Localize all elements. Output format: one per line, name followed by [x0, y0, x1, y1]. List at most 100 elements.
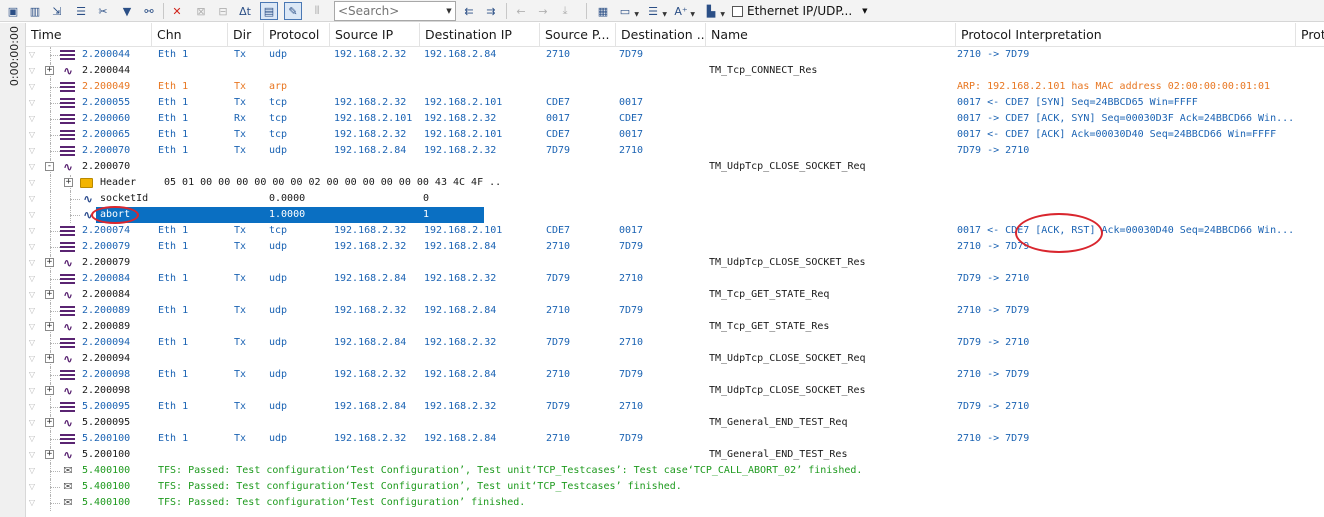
bookmark-icon[interactable]: ▽	[27, 434, 37, 443]
column-header-time[interactable]: Time	[26, 23, 152, 47]
bookmark-icon[interactable]: ▽	[27, 194, 37, 203]
expand-toggle[interactable]: -	[45, 162, 54, 171]
table-row[interactable]: ▽ ∿ socketId 0.0000 0	[26, 191, 1324, 207]
bookmark-icon[interactable]: ▽	[27, 178, 37, 187]
tools-icon[interactable]: ✂	[94, 2, 112, 20]
table-row[interactable]: ▽ 2.200065 Eth 1 Tx tcp 192.168.2.32 192.168.2…	[26, 127, 1324, 143]
table-row[interactable]: ▽ 5.200100 Eth 1 Tx udp 192.168.2.32 192.168.2…	[26, 431, 1324, 447]
column-header-chn[interactable]: Chn	[152, 23, 228, 47]
expand-toggle[interactable]: +	[45, 386, 54, 395]
bookmark-icon[interactable]: ▽	[27, 290, 37, 299]
bookmark-icon[interactable]: ▽	[27, 226, 37, 235]
bookmark-icon[interactable]: ▽	[27, 98, 37, 107]
table-row[interactable]: ▽ + ∿ 5.200095 TM_General_END_TEST_Req	[26, 415, 1324, 431]
column-header-destination-ip[interactable]: Destination IP	[420, 23, 540, 47]
expand-toggle[interactable]: +	[45, 418, 54, 427]
filter-checkbox[interactable]	[732, 5, 743, 17]
bookmark-icon[interactable]: ▽	[27, 306, 37, 315]
line-style-icon[interactable]: ☰ ▼	[644, 2, 667, 20]
column-header-destination-port[interactable]: Destination ...	[616, 23, 706, 47]
bookmark-icon[interactable]: ▽	[27, 498, 37, 507]
column-header-source-ip[interactable]: Source IP	[330, 23, 420, 47]
table-row[interactable]: ▽ 2.200079 Eth 1 Tx udp 192.168.2.32 192.168.2…	[26, 239, 1324, 255]
column-header-dir[interactable]: Dir	[228, 23, 264, 47]
table-row[interactable]: ▽ + ∿ 2.200094 TM_UdpTcp_CLOSE_SOCKET_Req	[26, 351, 1324, 367]
bookmark-icon[interactable]: ▽	[27, 162, 37, 171]
search-input[interactable]	[334, 1, 456, 21]
table-row[interactable]: ▽ + Header 05 01 00 00 00 00 00 00 02 00 00…	[26, 175, 1324, 191]
bookmark-icon[interactable]: ▽	[27, 402, 37, 411]
table-row[interactable]: ▽ + ∿ 2.200089 TM_Tcp_GET_STATE_Res	[26, 319, 1324, 335]
folder-icon[interactable]: ▭ ▼	[616, 2, 639, 20]
bookmark-icon[interactable]: ▽	[27, 386, 37, 395]
table-row[interactable]: ▽ 2.200044 Eth 1 Tx udp 192.168.2.32 192.168.2…	[26, 47, 1324, 63]
table-row[interactable]: ▽ ∿ abort 1.0000 1	[26, 207, 1324, 223]
expand-toggle[interactable]: +	[45, 258, 54, 267]
table-row[interactable]: ▽ 2.200070 Eth 1 Tx udp 192.168.2.84 192.168.2…	[26, 143, 1324, 159]
bookmark-icon[interactable]: ▽	[27, 482, 37, 491]
font-size-icon[interactable]: A⁺ ▼	[672, 2, 695, 20]
log-message-row[interactable]: ▽ ✉ 5.400100 TFS: Passed: Test configuratio…	[26, 463, 1324, 479]
column-header-protocol-2[interactable]: Proto	[1296, 23, 1324, 47]
column-header-name[interactable]: Name	[706, 23, 956, 47]
bars-icon[interactable]: ☰	[72, 2, 90, 20]
table-row[interactable]: ▽ - ∿ 2.200070 TM_UdpTcp_CLOSE_SOCKET_Req	[26, 159, 1324, 175]
table-row[interactable]: ▽ 2.200055 Eth 1 Tx tcp 192.168.2.32 192.168.2…	[26, 95, 1324, 111]
table-row[interactable]: ▽ 2.200074 Eth 1 Tx tcp 192.168.2.32 192.168.2…	[26, 223, 1324, 239]
arrow-right-double-icon[interactable]: ⇉	[482, 2, 500, 20]
export-icon[interactable]: ⇲	[48, 2, 66, 20]
bookmark-icon[interactable]: ▽	[27, 130, 37, 139]
table-row[interactable]: ▽ 2.200094 Eth 1 Tx udp 192.168.2.84 192.168.2…	[26, 335, 1324, 351]
table-row[interactable]: ▽ + ∿ 2.200098 TM_UdpTcp_CLOSE_SOCKET_Res	[26, 383, 1324, 399]
table-row[interactable]: ▽ 2.200084 Eth 1 Tx udp 192.168.2.84 192.168.2…	[26, 271, 1324, 287]
comment-icon[interactable]: ✎	[284, 2, 302, 20]
table-row[interactable]: ▽ + ∿ 2.200084 TM_Tcp_GET_STATE_Req	[26, 287, 1324, 303]
network-filter-dropdown[interactable]: Ethernet IP/UDP... ▼	[732, 2, 868, 20]
bookmark-icon[interactable]: ▽	[27, 146, 37, 155]
bookmark-icon[interactable]: ▽	[27, 354, 37, 363]
log-message-row[interactable]: ▽ ✉ 5.400100 TFS: Passed: Test configuratio…	[26, 479, 1324, 495]
bookmark-icon[interactable]: ▽	[27, 50, 37, 59]
expand-toggle[interactable]: +	[45, 322, 54, 331]
column-header-protocol[interactable]: Protocol	[264, 23, 330, 47]
window-split-icon[interactable]: ▦	[594, 2, 612, 20]
table-row[interactable]: ▽ + ∿ 2.200079 TM_UdpTcp_CLOSE_SOCKET_Res	[26, 255, 1324, 271]
table-row[interactable]: ▽ + ∿ 5.200100 TM_General_END_TEST_Res	[26, 447, 1324, 463]
bookmark-icon[interactable]: ▽	[27, 210, 37, 219]
column-header-protocol-interpretation[interactable]: Protocol Interpretation	[956, 23, 1296, 47]
bookmark-icon[interactable]: ▽	[27, 338, 37, 347]
table-row[interactable]: ▽ 2.200049 Eth 1 Tx arp ARP: 192.168.2.101 ha…	[26, 79, 1324, 95]
expand-toggle[interactable]: +	[45, 66, 54, 75]
bookmark-icon[interactable]: ▽	[27, 82, 37, 91]
expand-toggle[interactable]: +	[45, 450, 54, 459]
expand-toggle[interactable]: +	[64, 178, 73, 187]
bookmark-icon[interactable]: ▽	[27, 66, 37, 75]
layout-icon[interactable]: ▙ ▼	[702, 2, 725, 20]
bookmark-icon[interactable]: ▽	[27, 450, 37, 459]
columns-icon[interactable]: ▤	[260, 2, 278, 20]
bookmark-icon[interactable]: ▽	[27, 466, 37, 475]
bookmark-icon[interactable]: ▽	[27, 242, 37, 251]
table-row[interactable]: ▽ + ∿ 2.200044 TM_Tcp_CONNECT_Res	[26, 63, 1324, 79]
bookmark-icon[interactable]: ▽	[27, 258, 37, 267]
expand-toggle[interactable]: +	[45, 354, 54, 363]
binoculars-icon[interactable]: ⚯	[140, 2, 158, 20]
table-row[interactable]: ▽ 2.200089 Eth 1 Tx udp 192.168.2.32 192.168.2…	[26, 303, 1324, 319]
bookmark-icon[interactable]: ▽	[27, 322, 37, 331]
delta-time-icon[interactable]: Δt	[236, 2, 254, 20]
delete-icon[interactable]: ✕	[168, 2, 186, 20]
arrow-left-double-icon[interactable]: ⇇	[460, 2, 478, 20]
table-row[interactable]: ▽ 2.200098 Eth 1 Tx udp 192.168.2.32 192.168.2…	[26, 367, 1324, 383]
bookmark-icon[interactable]: ▽	[27, 370, 37, 379]
table-row[interactable]: ▽ 2.200060 Eth 1 Rx tcp 192.168.2.101 192.168.…	[26, 111, 1324, 127]
bookmark-icon[interactable]: ▽	[27, 418, 37, 427]
bookmark-icon[interactable]: ▽	[27, 114, 37, 123]
window-icon[interactable]: ▣	[4, 2, 22, 20]
chart-icon[interactable]: ▥	[26, 2, 44, 20]
bookmark-icon[interactable]: ▽	[27, 274, 37, 283]
filter-icon[interactable]: ▼	[118, 2, 136, 20]
table-row[interactable]: ▽ 5.200095 Eth 1 Tx udp 192.168.2.84 192.168.2…	[26, 399, 1324, 415]
expand-toggle[interactable]: +	[45, 290, 54, 299]
column-header-source-port[interactable]: Source P...	[540, 23, 616, 47]
log-message-row[interactable]: ▽ ✉ 5.400100 TFS: Passed: Test configuratio…	[26, 495, 1324, 511]
